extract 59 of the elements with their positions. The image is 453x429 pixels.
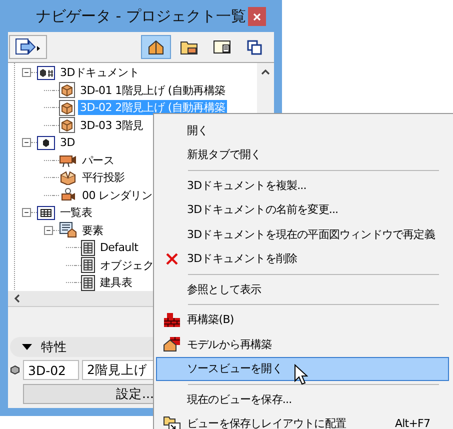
close-icon (253, 12, 261, 20)
tree-item[interactable]: 3D-03 3階見 (78, 118, 146, 133)
box-icon (59, 117, 75, 134)
close-button[interactable] (248, 7, 266, 26)
menu-item[interactable]: 3Dドキュメントの名前を変更... (156, 198, 449, 222)
menu-item[interactable]: 3Dドキュメントを複製... (156, 173, 449, 198)
collapse-toggle[interactable] (22, 138, 31, 148)
menu-item[interactable]: ソースビューを開く (156, 356, 449, 381)
cube-folder-icon (37, 136, 55, 150)
tree-item[interactable]: 3Dドキュメント (58, 65, 142, 80)
menu-item[interactable]: 開く (156, 118, 449, 142)
box-icon (59, 82, 75, 98)
menu-item[interactable]: 参照として表示 (156, 277, 449, 302)
id-field[interactable]: 3D-02 (23, 360, 79, 380)
collapse-toggle[interactable] (22, 208, 31, 218)
box-icon (59, 100, 75, 116)
shortcut-label: Alt+F7 (395, 417, 430, 429)
document-folder-icon (37, 66, 55, 80)
menu-item[interactable]: ビューを保存しレイアウトに配置 Alt+F7 (156, 412, 449, 429)
scroll-up-icon (261, 69, 270, 75)
layout-icon (213, 39, 231, 55)
view-mode-button[interactable] (141, 35, 171, 59)
menu-item[interactable]: 3Dドキュメントを現在の平面図ウィンドウで再定義 (156, 222, 449, 246)
table-icon (81, 240, 95, 256)
table-icon (81, 257, 95, 274)
delete-cross-icon (165, 252, 179, 266)
open-box-icon (59, 170, 77, 185)
tree-item[interactable]: Default (98, 241, 140, 254)
tree-item[interactable]: 一覧表 (58, 205, 94, 220)
tree-item[interactable]: 平行投影 (80, 170, 127, 186)
tree-item[interactable]: 要素 (80, 222, 106, 238)
house-bricks-icon (163, 336, 181, 352)
folder-layout-icon (163, 416, 181, 429)
window-title: ナビゲータ - プロジェクト一覧 (36, 6, 246, 26)
mouse-pointer-icon (294, 364, 308, 386)
tree-item[interactable]: 3D (58, 136, 77, 150)
collapse-toggle[interactable] (22, 68, 31, 78)
render-camera-icon (59, 188, 77, 202)
collapse-toggle[interactable] (44, 226, 53, 235)
stacked-pages-icon (246, 39, 264, 55)
scroll-left-icon (14, 294, 20, 303)
tree-item[interactable]: パース (80, 152, 116, 168)
export-arrow-icon (15, 38, 41, 56)
menu-item[interactable]: 再構築(B) (156, 308, 449, 332)
tree-item[interactable]: 3D-01 1階見上げ (自動再構築 (78, 82, 228, 98)
bricks-icon (163, 312, 181, 328)
section-title: 特性 (41, 338, 67, 356)
publish-button[interactable] (9, 35, 47, 59)
tree-item[interactable]: オブジェク (98, 258, 156, 273)
tree-item[interactable]: 00 レンダリン (80, 188, 154, 203)
box-icon (10, 365, 20, 375)
camera-icon (59, 153, 77, 168)
menu-item[interactable]: 3Dドキュメントを削除 (156, 246, 449, 271)
house-icon (147, 39, 165, 55)
element-list-icon (59, 222, 77, 238)
table-folder-icon (37, 206, 55, 220)
tree-item[interactable]: 建具表 (98, 275, 134, 290)
menu-item[interactable]: 新規タブで開く (156, 142, 449, 167)
folder-icon (180, 39, 198, 55)
